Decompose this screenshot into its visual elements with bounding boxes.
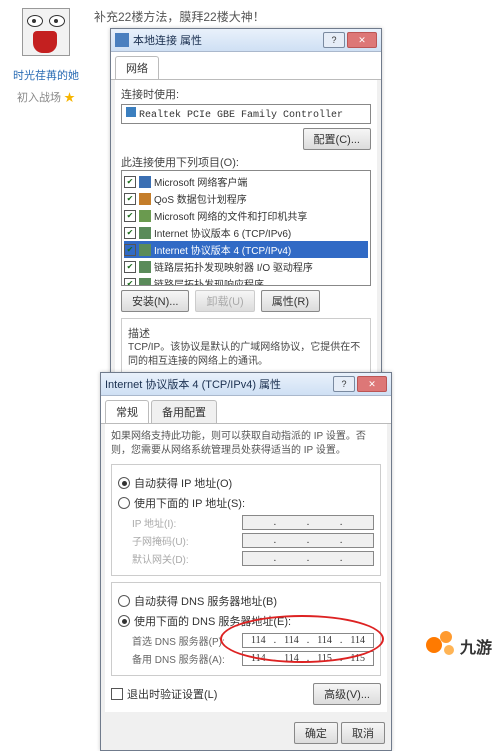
list-item-label: Internet 协议版本 4 (TCP/IPv4) [154,242,291,257]
watermark-text: 九游 [460,634,492,658]
adapter-field: Realtek PCIe GBE Family Controller [121,104,371,124]
note-text: 如果网络支持此功能，则可以获取自动指派的 IP 设置。否则，您需要从网络系统管理… [111,430,381,458]
list-item[interactable]: Internet 协议版本 4 (TCP/IPv4) [124,241,368,258]
help-button[interactable]: ? [333,376,355,392]
tab-general[interactable]: 常规 [105,400,149,423]
proto-icon [139,261,151,273]
subnet-mask-field: . . . [242,533,374,548]
list-item[interactable]: Internet 协议版本 6 (TCP/IPv6) [124,224,368,241]
preferred-dns-field[interactable]: 114.114.114.114 [242,633,374,648]
proto-icon [139,244,151,256]
tab-alternate[interactable]: 备用配置 [151,400,217,423]
description-text: TCP/IP。该协议是默认的广域网络协议，它提供在不同的相互连接的网络上的通讯。 [128,341,364,369]
watermark: 九游 [426,631,492,661]
list-item[interactable]: Microsoft 网络客户端 [124,173,368,190]
install-button[interactable]: 安装(N)... [121,290,189,312]
alternate-dns-label: 备用 DNS 服务器(A): [132,651,242,666]
ip-address-label: IP 地址(I): [132,515,242,530]
alternate-dns-field[interactable]: 114.114.115.115 [242,651,374,666]
jiuyou-logo-icon [426,631,456,661]
username-link[interactable]: 时光荏苒的她 [6,67,86,83]
avatar [22,8,70,56]
list-item-label: Microsoft 网络的文件和打印机共享 [154,208,307,223]
properties-button[interactable]: 属性(R) [261,290,320,312]
gateway-label: 默认网关(D): [132,551,242,566]
advanced-button[interactable]: 高级(V)... [313,683,381,705]
adapter-icon [126,107,136,117]
gateway-field: . . . [242,551,374,566]
checkbox[interactable] [124,176,136,188]
description-title: 描述 [128,325,364,341]
checkbox[interactable] [124,244,136,256]
preferred-dns-label: 首选 DNS 服务器(P): [132,633,242,648]
validate-checkbox[interactable]: 退出时验证设置(L) [111,686,217,702]
tab-network[interactable]: 网络 [115,56,159,79]
q-icon [139,193,151,205]
network-icon [115,33,129,47]
items-label: 此连接使用下列项目(O): [121,154,371,170]
list-item[interactable]: 链路层拓扑发现响应程序 [124,275,368,286]
cancel-button[interactable]: 取消 [341,722,385,744]
configure-button[interactable]: 配置(C)... [303,128,371,150]
connect-using-label: 连接时使用: [121,86,371,102]
checkbox[interactable] [124,278,136,287]
list-item[interactable]: QoS 数据包计划程序 [124,190,368,207]
close-button[interactable]: ✕ [357,376,387,392]
checkbox[interactable] [124,210,136,222]
close-button[interactable]: ✕ [347,32,377,48]
radio-auto-dns[interactable]: 自动获得 DNS 服务器地址(B) [118,593,374,609]
radio-manual-dns[interactable]: 使用下面的 DNS 服务器地址(E): [118,613,374,629]
checkbox[interactable] [124,193,136,205]
list-item-label: Internet 协议版本 6 (TCP/IPv6) [154,225,291,240]
dialog-title: Internet 协议版本 4 (TCP/IPv4) 属性 [105,376,333,392]
proto-icon [139,278,151,287]
list-item-label: 链路层拓扑发现映射器 I/O 驱动程序 [154,259,313,274]
ok-button[interactable]: 确定 [294,722,338,744]
list-item-label: Microsoft 网络客户端 [154,174,247,189]
uninstall-button: 卸载(U) [195,290,254,312]
list-item[interactable]: 链路层拓扑发现映射器 I/O 驱动程序 [124,258,368,275]
proto-icon [139,227,151,239]
checkbox[interactable] [124,227,136,239]
radio-auto-ip[interactable]: 自动获得 IP 地址(O) [118,475,374,491]
ipv4-properties-dialog: Internet 协议版本 4 (TCP/IPv4) 属性 ? ✕ 常规 备用配… [100,372,392,751]
dialog-title: 本地连接 属性 [133,32,323,48]
list-item-label: 链路层拓扑发现响应程序 [154,276,264,286]
subnet-mask-label: 子网掩码(U): [132,533,242,548]
radio-manual-ip[interactable]: 使用下面的 IP 地址(S): [118,495,374,511]
checkbox[interactable] [124,261,136,273]
local-connection-properties-dialog: 本地连接 属性 ? ✕ 网络 连接时使用: Realtek PCIe GBE F… [110,28,382,427]
list-item[interactable]: Microsoft 网络的文件和打印机共享 [124,207,368,224]
help-button[interactable]: ? [323,32,345,48]
components-listbox[interactable]: Microsoft 网络客户端 QoS 数据包计划程序 Microsoft 网络的文… [121,170,371,286]
file-icon [139,210,151,222]
post-text: 补充22楼方法，膜拜22楼大神！ [86,8,494,25]
ip-address-field: . . . [242,515,374,530]
net-icon [139,176,151,188]
user-rank: 初入战场 ★ [6,89,86,105]
list-item-label: QoS 数据包计划程序 [154,191,247,206]
